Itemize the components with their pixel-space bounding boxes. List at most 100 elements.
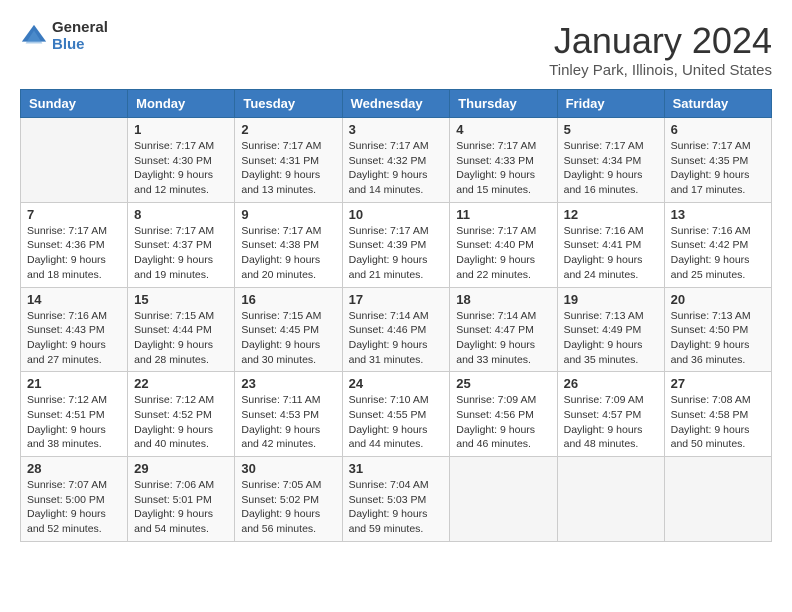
day-info: Sunrise: 7:06 AM Sunset: 5:01 PM Dayligh… bbox=[134, 478, 228, 537]
day-number: 4 bbox=[456, 122, 550, 137]
location-title: Tinley Park, Illinois, United States bbox=[549, 62, 772, 79]
day-number: 22 bbox=[134, 376, 228, 391]
day-number: 20 bbox=[671, 292, 765, 307]
day-info: Sunrise: 7:14 AM Sunset: 4:46 PM Dayligh… bbox=[349, 309, 444, 368]
day-info: Sunrise: 7:16 AM Sunset: 4:41 PM Dayligh… bbox=[564, 224, 658, 283]
calendar-cell: 10Sunrise: 7:17 AM Sunset: 4:39 PM Dayli… bbox=[342, 202, 450, 287]
day-number: 30 bbox=[241, 461, 335, 476]
day-number: 21 bbox=[27, 376, 121, 391]
day-info: Sunrise: 7:17 AM Sunset: 4:35 PM Dayligh… bbox=[671, 139, 765, 198]
calendar-cell bbox=[21, 118, 128, 203]
calendar-header-wednesday: Wednesday bbox=[342, 90, 450, 118]
day-number: 16 bbox=[241, 292, 335, 307]
logo-icon bbox=[20, 23, 48, 51]
day-info: Sunrise: 7:09 AM Sunset: 4:56 PM Dayligh… bbox=[456, 393, 550, 452]
day-number: 17 bbox=[349, 292, 444, 307]
calendar-cell: 24 Sunrise: 7:10 AM Sunset: 4:55 PM Dayli… bbox=[342, 372, 450, 457]
day-number: 14 bbox=[27, 292, 121, 307]
calendar-cell: 5Sunrise: 7:17 AM Sunset: 4:34 PM Daylig… bbox=[557, 118, 664, 203]
calendar-cell: 7Sunrise: 7:17 AM Sunset: 4:36 PM Daylig… bbox=[21, 202, 128, 287]
calendar-cell: 26Sunrise: 7:09 AM Sunset: 4:57 PM Dayli… bbox=[557, 372, 664, 457]
day-number: 1 bbox=[134, 122, 228, 137]
calendar-header-sunday: Sunday bbox=[21, 90, 128, 118]
logo-blue-text: Blue bbox=[52, 37, 108, 54]
day-info: Sunrise: 7:04 AM Sunset: 5:03 PM Dayligh… bbox=[349, 478, 444, 537]
logo-general-text: General bbox=[52, 20, 108, 37]
calendar-header-saturday: Saturday bbox=[664, 90, 771, 118]
calendar-cell: 9 Sunrise: 7:17 AM Sunset: 4:38 PM Daylig… bbox=[235, 202, 342, 287]
day-info: Sunrise: 7:17 AM Sunset: 4:30 PM Dayligh… bbox=[134, 139, 228, 198]
calendar-cell: 8Sunrise: 7:17 AM Sunset: 4:37 PM Daylig… bbox=[128, 202, 235, 287]
day-info: Sunrise: 7:12 AM Sunset: 4:51 PM Dayligh… bbox=[27, 393, 121, 452]
day-number: 7 bbox=[27, 207, 121, 222]
month-title: January 2024 bbox=[549, 20, 772, 62]
calendar-week-5: 28 Sunrise: 7:07 AM Sunset: 5:00 PM Dayli… bbox=[21, 457, 772, 542]
page-header: General Blue January 2024 Tinley Park, I… bbox=[20, 20, 772, 79]
day-info: Sunrise: 7:07 AM Sunset: 5:00 PM Dayligh… bbox=[27, 478, 121, 537]
day-info: Sunrise: 7:14 AM Sunset: 4:47 PM Dayligh… bbox=[456, 309, 550, 368]
day-info: Sunrise: 7:13 AM Sunset: 4:49 PM Dayligh… bbox=[564, 309, 658, 368]
day-number: 6 bbox=[671, 122, 765, 137]
day-info: Sunrise: 7:13 AM Sunset: 4:50 PM Dayligh… bbox=[671, 309, 765, 368]
calendar-cell: 16Sunrise: 7:15 AM Sunset: 4:45 PM Dayli… bbox=[235, 287, 342, 372]
calendar-cell: 1 Sunrise: 7:17 AM Sunset: 4:30 PM Daylig… bbox=[128, 118, 235, 203]
day-info: Sunrise: 7:12 AM Sunset: 4:52 PM Dayligh… bbox=[134, 393, 228, 452]
day-number: 5 bbox=[564, 122, 658, 137]
calendar-cell: 6 Sunrise: 7:17 AM Sunset: 4:35 PM Daylig… bbox=[664, 118, 771, 203]
day-info: Sunrise: 7:17 AM Sunset: 4:31 PM Dayligh… bbox=[241, 139, 335, 198]
calendar-week-2: 7Sunrise: 7:17 AM Sunset: 4:36 PM Daylig… bbox=[21, 202, 772, 287]
day-info: Sunrise: 7:05 AM Sunset: 5:02 PM Dayligh… bbox=[241, 478, 335, 537]
calendar-cell bbox=[450, 457, 557, 542]
calendar-header-tuesday: Tuesday bbox=[235, 90, 342, 118]
day-info: Sunrise: 7:17 AM Sunset: 4:33 PM Dayligh… bbox=[456, 139, 550, 198]
day-number: 12 bbox=[564, 207, 658, 222]
day-number: 28 bbox=[27, 461, 121, 476]
day-info: Sunrise: 7:11 AM Sunset: 4:53 PM Dayligh… bbox=[241, 393, 335, 452]
calendar-cell: 17 Sunrise: 7:14 AM Sunset: 4:46 PM Dayli… bbox=[342, 287, 450, 372]
calendar-cell: 3 Sunrise: 7:17 AM Sunset: 4:32 PM Daylig… bbox=[342, 118, 450, 203]
day-info: Sunrise: 7:17 AM Sunset: 4:38 PM Dayligh… bbox=[241, 224, 335, 283]
day-number: 26 bbox=[564, 376, 658, 391]
calendar-cell: 2 Sunrise: 7:17 AM Sunset: 4:31 PM Daylig… bbox=[235, 118, 342, 203]
day-number: 15 bbox=[134, 292, 228, 307]
day-number: 18 bbox=[456, 292, 550, 307]
calendar-cell: 22 Sunrise: 7:12 AM Sunset: 4:52 PM Dayli… bbox=[128, 372, 235, 457]
day-number: 27 bbox=[671, 376, 765, 391]
day-number: 9 bbox=[241, 207, 335, 222]
calendar-cell: 4 Sunrise: 7:17 AM Sunset: 4:33 PM Daylig… bbox=[450, 118, 557, 203]
day-number: 19 bbox=[564, 292, 658, 307]
day-number: 24 bbox=[349, 376, 444, 391]
day-info: Sunrise: 7:16 AM Sunset: 4:43 PM Dayligh… bbox=[27, 309, 121, 368]
calendar-cell bbox=[664, 457, 771, 542]
day-info: Sunrise: 7:08 AM Sunset: 4:58 PM Dayligh… bbox=[671, 393, 765, 452]
calendar-cell: 15 Sunrise: 7:15 AM Sunset: 4:44 PM Dayli… bbox=[128, 287, 235, 372]
calendar-cell: 21 Sunrise: 7:12 AM Sunset: 4:51 PM Dayli… bbox=[21, 372, 128, 457]
calendar-cell bbox=[557, 457, 664, 542]
calendar-table: SundayMondayTuesdayWednesdayThursdayFrid… bbox=[20, 89, 772, 542]
calendar-cell: 14 Sunrise: 7:16 AM Sunset: 4:43 PM Dayli… bbox=[21, 287, 128, 372]
calendar-header-row: SundayMondayTuesdayWednesdayThursdayFrid… bbox=[21, 90, 772, 118]
day-number: 31 bbox=[349, 461, 444, 476]
calendar-cell: 29Sunrise: 7:06 AM Sunset: 5:01 PM Dayli… bbox=[128, 457, 235, 542]
calendar-cell: 23Sunrise: 7:11 AM Sunset: 4:53 PM Dayli… bbox=[235, 372, 342, 457]
day-info: Sunrise: 7:15 AM Sunset: 4:44 PM Dayligh… bbox=[134, 309, 228, 368]
calendar-header-monday: Monday bbox=[128, 90, 235, 118]
calendar-cell: 31 Sunrise: 7:04 AM Sunset: 5:03 PM Dayli… bbox=[342, 457, 450, 542]
day-number: 3 bbox=[349, 122, 444, 137]
calendar-cell: 11Sunrise: 7:17 AM Sunset: 4:40 PM Dayli… bbox=[450, 202, 557, 287]
calendar-cell: 30 Sunrise: 7:05 AM Sunset: 5:02 PM Dayli… bbox=[235, 457, 342, 542]
day-info: Sunrise: 7:17 AM Sunset: 4:32 PM Dayligh… bbox=[349, 139, 444, 198]
day-info: Sunrise: 7:10 AM Sunset: 4:55 PM Dayligh… bbox=[349, 393, 444, 452]
calendar-cell: 19 Sunrise: 7:13 AM Sunset: 4:49 PM Dayli… bbox=[557, 287, 664, 372]
day-number: 2 bbox=[241, 122, 335, 137]
calendar-cell: 25 Sunrise: 7:09 AM Sunset: 4:56 PM Dayli… bbox=[450, 372, 557, 457]
calendar-week-3: 14 Sunrise: 7:16 AM Sunset: 4:43 PM Dayli… bbox=[21, 287, 772, 372]
logo: General Blue bbox=[20, 20, 108, 53]
day-number: 25 bbox=[456, 376, 550, 391]
day-number: 8 bbox=[134, 207, 228, 222]
title-block: January 2024 Tinley Park, Illinois, Unit… bbox=[549, 20, 772, 79]
day-number: 10 bbox=[349, 207, 444, 222]
calendar-week-1: 1 Sunrise: 7:17 AM Sunset: 4:30 PM Daylig… bbox=[21, 118, 772, 203]
calendar-cell: 18 Sunrise: 7:14 AM Sunset: 4:47 PM Dayli… bbox=[450, 287, 557, 372]
day-info: Sunrise: 7:16 AM Sunset: 4:42 PM Dayligh… bbox=[671, 224, 765, 283]
